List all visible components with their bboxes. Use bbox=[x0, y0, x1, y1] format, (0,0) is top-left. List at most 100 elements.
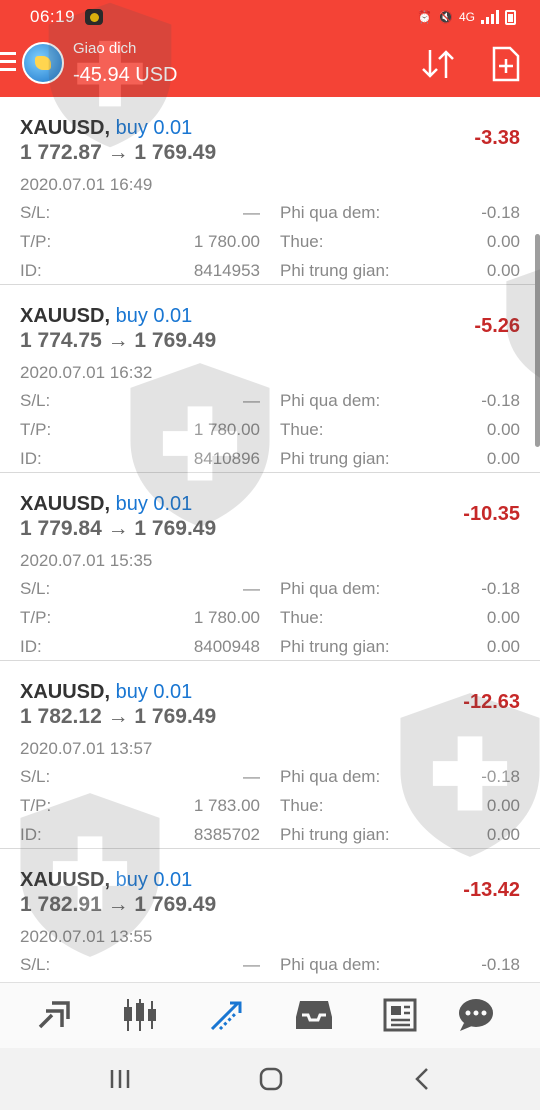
tp-value: 1 783.00 bbox=[193, 796, 260, 815]
id-value: 8400948 bbox=[193, 637, 260, 656]
sl-label: S/L: bbox=[20, 767, 51, 786]
sl-value: — bbox=[243, 767, 260, 786]
positions-list[interactable]: XAUUSD, buy 0.01 -3.38 1 772.87 → 1 769.… bbox=[0, 97, 540, 982]
tp-label: T/P: bbox=[20, 796, 52, 815]
history-inbox-icon[interactable] bbox=[294, 997, 334, 1033]
sort-icon[interactable] bbox=[420, 46, 456, 82]
sl-value: — bbox=[243, 579, 260, 598]
sl-label: S/L: bbox=[20, 391, 51, 410]
chat-icon[interactable] bbox=[456, 997, 496, 1033]
back-icon[interactable] bbox=[412, 1067, 432, 1091]
account-avatar[interactable] bbox=[22, 42, 64, 84]
quotes-icon[interactable] bbox=[34, 997, 74, 1033]
tp-label: T/P: bbox=[20, 608, 52, 627]
profit-value: -5.26 bbox=[474, 315, 520, 337]
id-label: ID: bbox=[20, 825, 42, 844]
side-volume: buy 0.01 bbox=[115, 681, 193, 703]
position-row[interactable]: XAUUSD, buy 0.01 -12.63 1 782.12 → 1 769… bbox=[0, 661, 540, 849]
price-change: 1 782.12 → 1 769.49 bbox=[20, 705, 217, 728]
tp-label: T/P: bbox=[20, 420, 52, 439]
sl-value: — bbox=[243, 955, 260, 974]
system-nav-bar bbox=[0, 1048, 540, 1110]
id-label: ID: bbox=[20, 261, 42, 280]
tax-label: Thue: bbox=[280, 608, 324, 627]
id-value: 8414953 bbox=[193, 261, 260, 280]
swap-label: Phi qua dem: bbox=[280, 391, 381, 410]
price-change: 1 772.87 → 1 769.49 bbox=[20, 141, 217, 164]
bottom-nav bbox=[0, 982, 540, 1048]
open-time: 2020.07.01 16:32 bbox=[20, 363, 153, 382]
open-time: 2020.07.01 13:55 bbox=[20, 927, 153, 946]
tax-value: 0.00 bbox=[486, 796, 520, 815]
scrollbar[interactable] bbox=[535, 234, 540, 447]
sl-value: — bbox=[243, 391, 260, 410]
recent-apps-icon[interactable] bbox=[108, 1068, 132, 1090]
sl-label: S/L: bbox=[20, 203, 51, 222]
position-row[interactable]: XAUUSD, buy 0.01 -13.42 1 782.91 → 1 769… bbox=[0, 849, 540, 982]
tax-value: 0.00 bbox=[486, 420, 520, 439]
menu-icon[interactable] bbox=[0, 52, 16, 76]
swap-value: -0.18 bbox=[481, 203, 520, 222]
profit-value: -10.35 bbox=[463, 503, 520, 525]
home-icon[interactable] bbox=[258, 1067, 284, 1091]
tax-value: 0.00 bbox=[486, 232, 520, 251]
profit-value: -3.38 bbox=[474, 127, 520, 149]
swap-value: -0.18 bbox=[481, 391, 520, 410]
page-title: Giao dich bbox=[73, 40, 137, 57]
chart-candles-icon[interactable] bbox=[120, 997, 160, 1033]
swap-value: -0.18 bbox=[481, 767, 520, 786]
id-value: 8410896 bbox=[193, 449, 260, 468]
status-bar: 06:19 ⏰ 🔇 4G bbox=[30, 6, 516, 28]
position-row[interactable]: XAUUSD, buy 0.01 -10.35 1 779.84 → 1 769… bbox=[0, 473, 540, 661]
news-icon[interactable] bbox=[382, 997, 422, 1033]
network-label: 4G bbox=[458, 10, 475, 24]
id-label: ID: bbox=[20, 637, 42, 656]
status-time: 06:19 bbox=[30, 7, 76, 26]
commission-label: Phi trung gian: bbox=[280, 449, 390, 468]
swap-value: -0.18 bbox=[481, 579, 520, 598]
commission-label: Phi trung gian: bbox=[280, 637, 390, 656]
open-time: 2020.07.01 15:35 bbox=[20, 551, 153, 570]
position-row[interactable]: XAUUSD, buy 0.01 -3.38 1 772.87 → 1 769.… bbox=[0, 97, 540, 285]
swap-label: Phi qua dem: bbox=[280, 955, 381, 974]
commission-value: 0.00 bbox=[486, 261, 520, 280]
tp-value: 1 780.00 bbox=[193, 232, 260, 251]
balance-value: -45.94 USD bbox=[73, 64, 178, 86]
tax-label: Thue: bbox=[280, 796, 324, 815]
swap-label: Phi qua dem: bbox=[280, 203, 381, 222]
commission-label: Phi trung gian: bbox=[280, 261, 390, 280]
mute-icon: 🔇 bbox=[438, 10, 453, 24]
profit-value: -13.42 bbox=[463, 879, 520, 901]
trade-icon[interactable] bbox=[208, 997, 248, 1033]
commission-label: Phi trung gian: bbox=[280, 825, 390, 844]
price-change: 1 779.84 → 1 769.49 bbox=[20, 517, 217, 540]
commission-value: 0.00 bbox=[486, 637, 520, 656]
signal-icon bbox=[481, 10, 499, 24]
profit-value: -12.63 bbox=[463, 691, 520, 713]
commission-value: 0.00 bbox=[486, 825, 520, 844]
side-volume: buy 0.01 bbox=[115, 869, 193, 891]
id-value: 8385702 bbox=[193, 825, 260, 844]
open-time: 2020.07.01 13:57 bbox=[20, 739, 153, 758]
position-row[interactable]: XAUUSD, buy 0.01 -5.26 1 774.75 → 1 769.… bbox=[0, 285, 540, 473]
tp-value: 1 780.00 bbox=[193, 608, 260, 627]
app-bar: 06:19 ⏰ 🔇 4G Giao dich -45.94 USD bbox=[0, 0, 540, 97]
symbol: XAUUSD, bbox=[20, 117, 111, 139]
new-order-icon[interactable] bbox=[490, 46, 522, 82]
symbol: XAUUSD, bbox=[20, 681, 111, 703]
side-volume: buy 0.01 bbox=[115, 305, 193, 327]
tax-label: Thue: bbox=[280, 420, 324, 439]
price-change: 1 782.91 → 1 769.49 bbox=[20, 893, 217, 916]
tax-value: 0.00 bbox=[486, 608, 520, 627]
commission-value: 0.00 bbox=[486, 449, 520, 468]
swap-label: Phi qua dem: bbox=[280, 579, 381, 598]
tp-label: T/P: bbox=[20, 232, 52, 251]
open-time: 2020.07.01 16:49 bbox=[20, 175, 153, 194]
battery-icon bbox=[505, 9, 516, 25]
sl-label: S/L: bbox=[20, 955, 51, 974]
side-volume: buy 0.01 bbox=[115, 493, 193, 515]
side-volume: buy 0.01 bbox=[115, 117, 193, 139]
tp-value: 1 780.00 bbox=[193, 420, 260, 439]
tax-label: Thue: bbox=[280, 232, 324, 251]
sl-label: S/L: bbox=[20, 579, 51, 598]
